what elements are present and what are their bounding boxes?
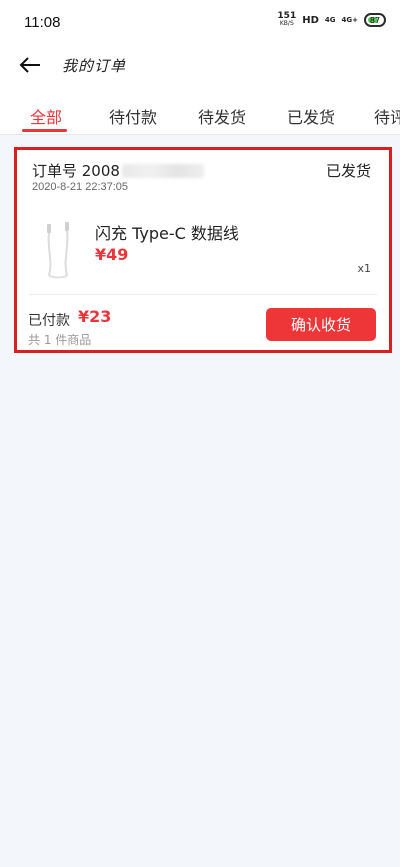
battery-level: 87 — [369, 15, 381, 25]
signal-icon: 4G — [324, 16, 336, 24]
order-tabs: 全部 待付款 待发货 已发货 待评 — [0, 86, 400, 135]
status-bar: 11:08 151 KB/S HD 4G 4G+ 87 — [0, 0, 400, 44]
tab-pending-review[interactable]: 待评 — [374, 104, 400, 128]
order-status: 已发货 — [325, 162, 371, 180]
product-name[interactable]: 闪充 Type-C 数据线 — [95, 220, 239, 244]
confirm-receipt-button[interactable]: 确认收货 — [266, 308, 376, 341]
speed-unit: KB/S — [279, 20, 294, 27]
status-icons: 151 KB/S HD 4G 4G+ 87 — [277, 12, 386, 28]
usb-cable-icon — [47, 222, 69, 279]
paid-label: 已付款 — [28, 313, 70, 329]
page-title: 我的订单 — [62, 57, 127, 75]
status-time: 11:08 — [24, 14, 61, 31]
tab-all[interactable]: 全部 — [30, 104, 62, 128]
item-count: 共 1 件商品 — [28, 333, 92, 347]
back-button[interactable] — [16, 53, 44, 77]
product-image[interactable] — [39, 220, 79, 280]
active-tab-indicator — [22, 129, 67, 132]
network-speed: 151 KB/S — [277, 12, 296, 28]
order-time: 2020-8-21 22:37:05 — [32, 181, 129, 193]
order-number-text: 订单号 2008 — [32, 162, 120, 180]
app-header: 我的订单 — [0, 44, 400, 86]
order-card[interactable]: 订单号 2008 已发货 2020-8-21 22:37:05 闪充 Type-… — [14, 147, 392, 353]
product-quantity: x1 — [357, 262, 371, 275]
tab-pending-shipment[interactable]: 待发货 — [198, 104, 246, 128]
product-price: ¥49 — [95, 245, 129, 264]
signal-plus-icon: 4G+ — [341, 16, 358, 24]
order-number: 订单号 2008 — [32, 160, 204, 181]
hd-icon: HD — [302, 14, 319, 26]
tab-shipped[interactable]: 已发货 — [287, 104, 335, 128]
paid-amount: ¥23 — [78, 307, 112, 326]
tab-pending-payment[interactable]: 待付款 — [109, 104, 157, 128]
order-number-blur — [121, 163, 204, 178]
battery-icon: 87 — [364, 13, 386, 27]
arrow-left-icon — [19, 57, 40, 73]
card-divider — [29, 294, 377, 295]
speed-value: 151 — [277, 11, 297, 21]
